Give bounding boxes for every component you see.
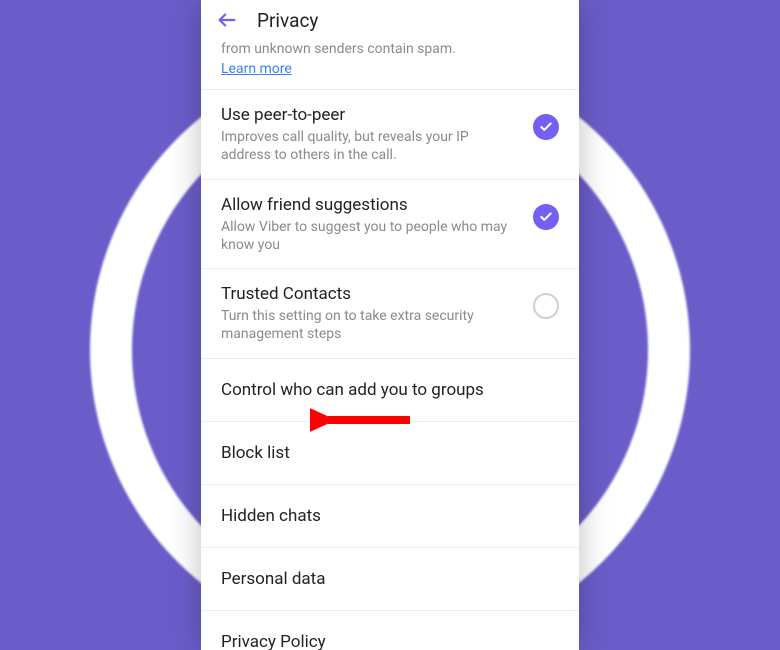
- nav-row-groups[interactable]: Control who can add you to groups: [201, 359, 579, 422]
- setting-row-trusted-contacts[interactable]: Trusted Contacts Turn this setting on to…: [201, 269, 579, 358]
- setting-desc: from unknown senders contain spam.: [221, 40, 521, 58]
- nav-title: Control who can add you to groups: [221, 379, 547, 401]
- radio-off-icon[interactable]: [533, 293, 559, 319]
- page-title: Privacy: [257, 9, 318, 32]
- settings-list: from unknown senders contain spam. Learn…: [201, 40, 579, 650]
- setting-desc: Turn this setting on to take extra secur…: [221, 307, 521, 343]
- phone-frame: Privacy from unknown senders contain spa…: [201, 0, 579, 650]
- setting-row-friend-suggestions[interactable]: Allow friend suggestions Allow Viber to …: [201, 180, 579, 269]
- setting-title: Use peer-to-peer: [221, 104, 521, 126]
- setting-desc: Improves call quality, but reveals your …: [221, 128, 521, 164]
- nav-row-block-list[interactable]: Block list: [201, 422, 579, 485]
- checkmark-icon[interactable]: [533, 114, 559, 140]
- nav-title: Personal data: [221, 568, 547, 590]
- nav-row-hidden-chats[interactable]: Hidden chats: [201, 485, 579, 548]
- setting-row-spam[interactable]: from unknown senders contain spam. Learn…: [201, 40, 579, 90]
- setting-title: Trusted Contacts: [221, 283, 521, 305]
- learn-more-link[interactable]: Learn more: [221, 61, 292, 77]
- setting-desc: Allow Viber to suggest you to people who…: [221, 218, 521, 254]
- nav-row-personal-data[interactable]: Personal data: [201, 548, 579, 611]
- checkmark-icon[interactable]: [533, 204, 559, 230]
- nav-title: Block list: [221, 442, 547, 464]
- nav-title: Hidden chats: [221, 505, 547, 527]
- setting-row-peer-to-peer[interactable]: Use peer-to-peer Improves call quality, …: [201, 90, 579, 179]
- header: Privacy: [201, 0, 579, 40]
- back-icon[interactable]: [215, 8, 239, 32]
- setting-title: Allow friend suggestions: [221, 194, 521, 216]
- nav-title: Privacy Policy: [221, 631, 547, 650]
- nav-row-privacy-policy[interactable]: Privacy Policy: [201, 611, 579, 650]
